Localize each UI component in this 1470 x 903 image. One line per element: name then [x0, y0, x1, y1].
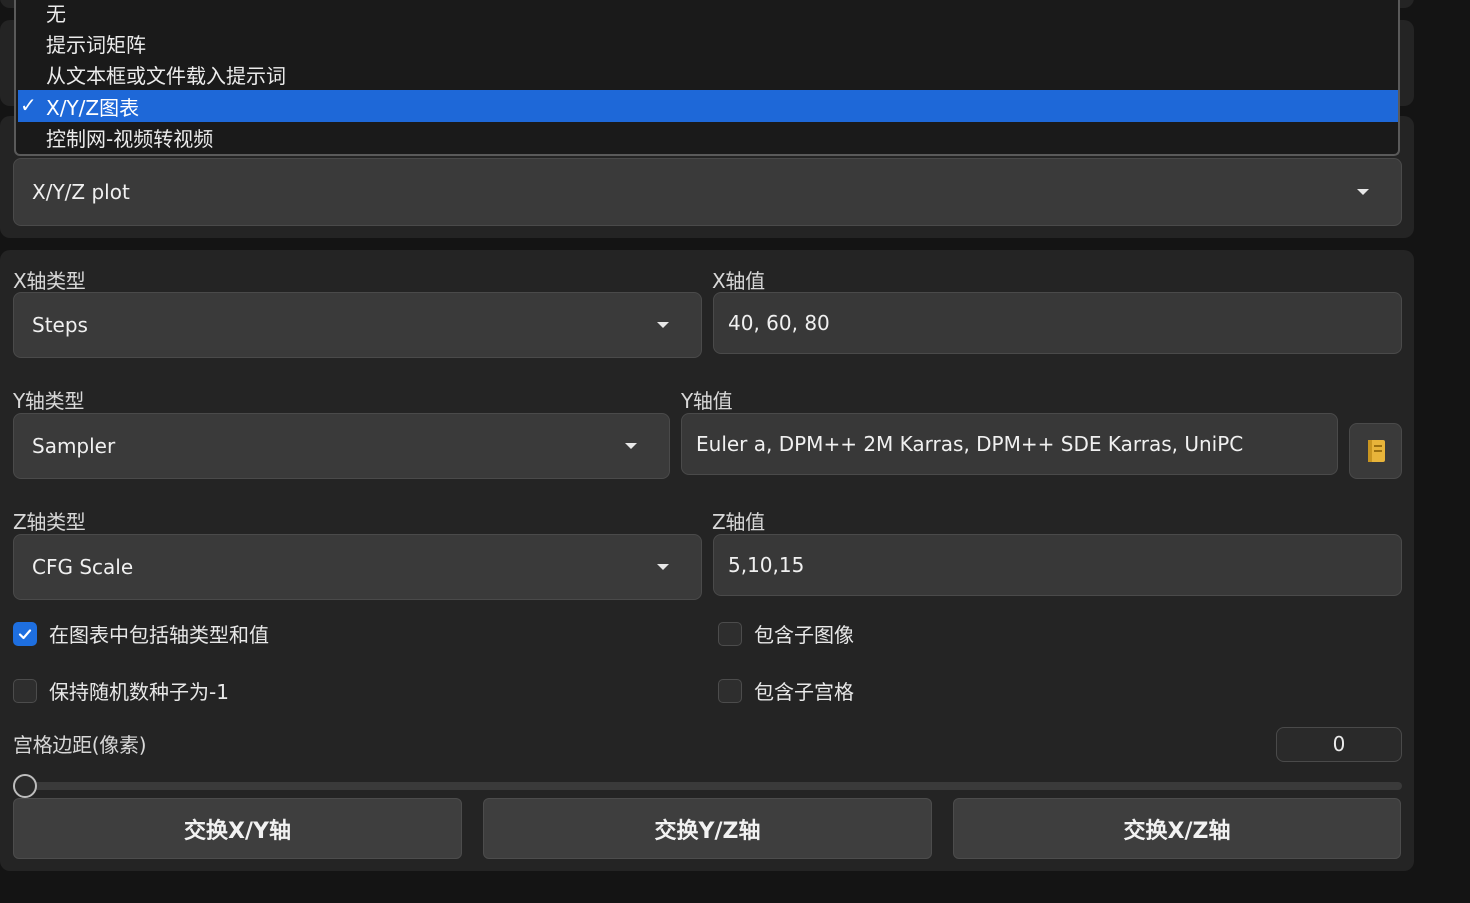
dropdown-option-xyz-plot[interactable]: ✓ X/Y/Z图表: [18, 90, 1398, 122]
dropdown-option-prompts-from-file[interactable]: 从文本框或文件载入提示词: [18, 58, 1398, 90]
y-axis-values-text: Euler a, DPM++ 2M Karras, DPM++ SDE Karr…: [696, 432, 1244, 456]
swap-yz-button[interactable]: 交换Y/Z轴: [483, 798, 932, 859]
include-sub-grids-option[interactable]: 包含子宫格: [718, 676, 854, 705]
include-sub-grids-label: 包含子宫格: [754, 680, 854, 704]
keep-seed-option[interactable]: 保持随机数种子为-1: [13, 676, 229, 705]
z-axis-values-text: 5,10,15: [728, 553, 805, 577]
z-axis-type-value: CFG Scale: [32, 555, 134, 579]
dropdown-option-controlnet-video[interactable]: 控制网-视频转视频: [18, 121, 1398, 153]
y-axis-type-value: Sampler: [32, 434, 116, 458]
option-label: 控制网-视频转视频: [46, 126, 214, 151]
y-axis-values-input[interactable]: Euler a, DPM++ 2M Karras, DPM++ SDE Karr…: [681, 413, 1338, 475]
include-legend-checkbox[interactable]: [13, 621, 37, 646]
chevron-down-icon: [657, 322, 669, 328]
chevron-down-icon: [1357, 189, 1369, 195]
y-axis-values-label: Y轴值: [681, 389, 733, 413]
include-legend-option[interactable]: 在图表中包括轴类型和值: [13, 619, 269, 648]
grid-margin-label: 宫格边距(像素): [13, 733, 147, 757]
fill-values-button[interactable]: [1349, 423, 1402, 479]
dropdown-option-none[interactable]: 无: [18, 0, 1398, 28]
keep-seed-checkbox[interactable]: [13, 678, 37, 703]
grid-margin-number-input[interactable]: 0: [1276, 727, 1402, 762]
swap-xy-button[interactable]: 交换X/Y轴: [13, 798, 462, 859]
swap-xz-button[interactable]: 交换X/Z轴: [953, 798, 1401, 859]
x-axis-values-label: X轴值: [712, 269, 765, 293]
script-select-value: X/Y/Z plot: [32, 180, 130, 204]
chevron-down-icon: [657, 564, 669, 570]
include-legend-label: 在图表中包括轴类型和值: [49, 623, 269, 647]
keep-seed-label: 保持随机数种子为-1: [49, 680, 229, 704]
option-label: 无: [46, 1, 66, 26]
x-axis-type-select[interactable]: Steps: [13, 292, 702, 358]
chevron-down-icon: [625, 443, 637, 449]
dropdown-option-prompt-matrix[interactable]: 提示词矩阵: [18, 27, 1398, 59]
include-sub-grids-checkbox[interactable]: [718, 678, 742, 703]
y-axis-type-label: Y轴类型: [13, 389, 85, 413]
checkmark-icon: ✓: [20, 93, 37, 117]
x-axis-values-text: 40, 60, 80: [728, 311, 830, 335]
grid-margin-slider-track[interactable]: [13, 782, 1402, 790]
z-axis-values-label: Z轴值: [712, 510, 765, 534]
x-axis-values-input[interactable]: 40, 60, 80: [713, 292, 1402, 354]
checkmark-icon: [18, 628, 32, 639]
include-sub-images-checkbox[interactable]: [718, 621, 742, 646]
script-select[interactable]: X/Y/Z plot: [13, 158, 1402, 226]
option-label: X/Y/Z图表: [46, 95, 140, 120]
x-axis-type-label: X轴类型: [13, 269, 86, 293]
notebook-icon: [1367, 440, 1385, 462]
z-axis-type-select[interactable]: CFG Scale: [13, 534, 702, 600]
include-sub-images-option[interactable]: 包含子图像: [718, 619, 854, 648]
script-dropdown-list: 无 提示词矩阵 从文本框或文件载入提示词 ✓ X/Y/Z图表 控制网-视频转视频: [14, 0, 1400, 156]
grid-margin-slider-handle[interactable]: [13, 774, 37, 798]
include-sub-images-label: 包含子图像: [754, 623, 854, 647]
z-axis-type-label: Z轴类型: [13, 510, 86, 534]
option-label: 从文本框或文件载入提示词: [46, 63, 286, 88]
x-axis-type-value: Steps: [32, 313, 88, 337]
y-axis-type-select[interactable]: Sampler: [13, 413, 670, 479]
option-label: 提示词矩阵: [46, 32, 146, 57]
z-axis-values-input[interactable]: 5,10,15: [713, 534, 1402, 596]
